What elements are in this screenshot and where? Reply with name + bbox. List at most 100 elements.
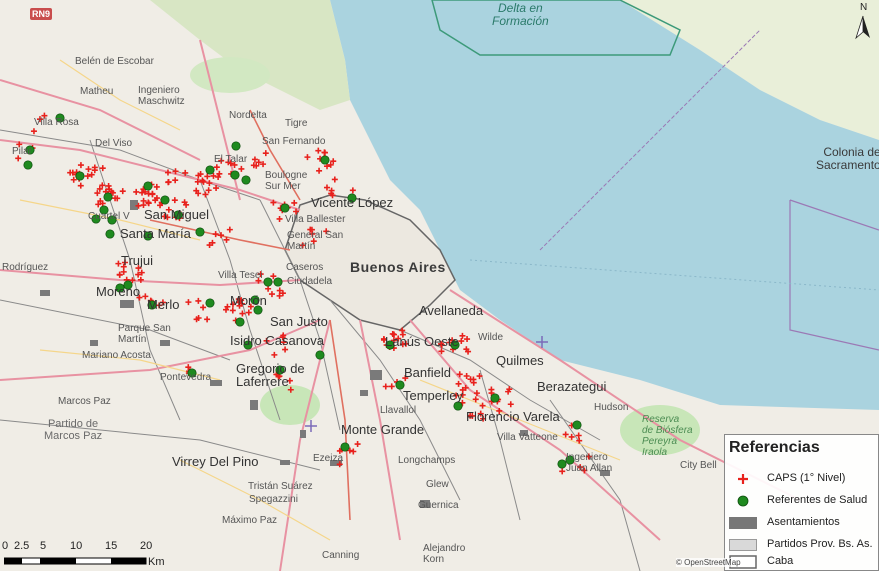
legend-label-caba: Caba (767, 555, 794, 567)
scale-bar-graphic (4, 557, 147, 565)
map-canvas[interactable]: RN9 Delta en Formación Colonia de Sacram… (0, 0, 879, 571)
legend-item-referentes: Referentes de Salud (725, 491, 879, 511)
referente-marker (231, 141, 241, 151)
label-ezeiza: Ezeiza (313, 453, 344, 464)
label-moreno: Moreno (96, 284, 141, 299)
label-avellaneda: Avellaneda (419, 303, 484, 318)
label-san-martin: General San Martín (287, 230, 344, 252)
referente-marker (23, 160, 33, 170)
referente-marker (280, 203, 290, 213)
map-attribution: © OpenStreetMap (676, 558, 741, 567)
label-monte-grande: Monte Grande (341, 422, 425, 437)
label-san-fernando: San Fernando (262, 136, 326, 147)
label-city-bell: City Bell (680, 460, 717, 471)
label-ciudadela: Ciudadela (287, 276, 333, 287)
red-cross-icon (738, 474, 748, 484)
label-virrey-del-pino: Virrey Del Pino (172, 454, 259, 469)
label-spegazzini: Spegazzini (249, 494, 298, 505)
legend-label-caps: CAPS (1° Nivel) (767, 472, 846, 484)
label-trujui: Trujui (121, 253, 154, 268)
label-llavallol: Llavallol (380, 405, 417, 416)
label-del-viso: Del Viso (95, 138, 133, 149)
scale-unit: Km (148, 556, 165, 568)
label-santa-maria: Santa María (120, 226, 191, 241)
label-laferrere: Gregorio de Laferrere (236, 361, 305, 389)
label-delta: Delta en Formación (492, 1, 549, 28)
green-dot-icon (737, 495, 749, 507)
label-rodriguez: Rodríguez (2, 262, 49, 273)
referente-marker (315, 350, 325, 360)
label-mariano-acosta: Mariano Acosta (82, 350, 151, 361)
label-glew: Glew (426, 479, 449, 490)
scale-tick-2: 5 (40, 540, 47, 552)
label-merlo: Merlo (147, 297, 180, 312)
label-alejandro-korn: Alejandro Korn (423, 543, 466, 565)
label-pontevedra: Pontevedra (160, 372, 212, 383)
label-reserva: Reserva de Biósfera Pereyra Iraola (642, 414, 693, 458)
label-belen: Belén de Escobar (75, 56, 154, 67)
referente-marker (105, 229, 115, 239)
label-quilmes: Quilmes (496, 353, 544, 368)
legend-label-referentes: Referentes de Salud (767, 494, 868, 506)
label-maximo-paz: Máximo Paz (222, 515, 278, 526)
label-el-talar: El Talar (214, 154, 248, 165)
label-berazategui: Berazategui (537, 379, 607, 394)
referente-marker (453, 401, 463, 411)
referente-marker (235, 317, 245, 327)
label-caseros: Caseros (286, 262, 324, 273)
scale-tick-1: 2.5 (14, 540, 30, 552)
label-cuartel: Cuartel V (88, 211, 130, 222)
referente-marker (273, 277, 283, 287)
label-isidro-casanova: Isidro Casanova (230, 333, 324, 348)
label-florencio-varela: Florencio Varela (466, 409, 560, 424)
referente-marker (263, 277, 273, 287)
label-parque-san-martin: Parque San Martín (118, 323, 171, 345)
label-banfield: Banfield (404, 365, 451, 380)
legend-title: Referencias (729, 439, 820, 456)
label-guernica: Guernica (418, 500, 459, 511)
legend-panel: Referencias CAPS (1° Nivel) Referentes d… (724, 434, 879, 571)
label-canning: Canning (322, 550, 360, 561)
label-lanus: Lanús Oeste (385, 334, 459, 349)
label-maschwitz: Ingeniero Maschwitz (138, 85, 185, 107)
referente-marker (320, 155, 330, 165)
label-colonia: Colonia de Sacramento (816, 145, 879, 172)
dark-fill-icon (729, 517, 757, 529)
legend-label-partidos: Partidos Prov. Bs. As. (767, 538, 873, 550)
label-juan-allan: Ingeniero Juan Allan (566, 452, 613, 474)
scale-tick-0: 0 (2, 540, 9, 552)
label-moron: Morón (230, 293, 267, 308)
referente-marker (103, 192, 113, 202)
referente-marker (230, 170, 240, 180)
label-villa-vatteone: Villa Vatteone (497, 432, 558, 443)
label-hudson: Hudson (594, 402, 629, 413)
label-villa-tesei: Villa Tesei (218, 270, 263, 281)
label-buenos-aires: Buenos Aires (350, 259, 446, 275)
scale-tick-3: 10 (70, 540, 83, 552)
referente-marker (557, 459, 567, 469)
label-matheu: Matheu (80, 86, 114, 97)
light-fill-icon (729, 539, 757, 551)
label-longchamps: Longchamps (398, 455, 456, 466)
label-vicente-lopez: Vicente López (311, 195, 394, 210)
referente-marker (340, 442, 350, 452)
label-villa-rosa: Villa Rosa (34, 117, 79, 128)
label-tristan-suarez: Tristán Suárez (248, 481, 313, 492)
label-marcos-paz-town: Marcos Paz (58, 396, 111, 407)
label-san-miguel: San Miguel (144, 207, 210, 222)
label-villa-ballester: Villa Ballester (285, 214, 346, 225)
label-nordelta: Nordelta (229, 110, 267, 121)
label-boulogne: Boulogne Sur Mer (265, 170, 308, 192)
referente-marker (205, 165, 215, 175)
referente-marker (160, 195, 170, 205)
scale-bar: 0 2.5 5 10 15 20 Km (2, 540, 165, 570)
referente-marker (490, 393, 500, 403)
legend-label-asentamientos: Asentamientos (767, 516, 840, 528)
scale-tick-4: 15 (105, 540, 118, 552)
referente-marker (241, 175, 251, 185)
referente-marker (572, 420, 582, 430)
label-partido-marcos-paz: Partido de Marcos Paz (44, 418, 103, 442)
referente-marker (75, 171, 85, 181)
referente-marker (205, 298, 215, 308)
label-pilar: Pilar (12, 146, 33, 157)
